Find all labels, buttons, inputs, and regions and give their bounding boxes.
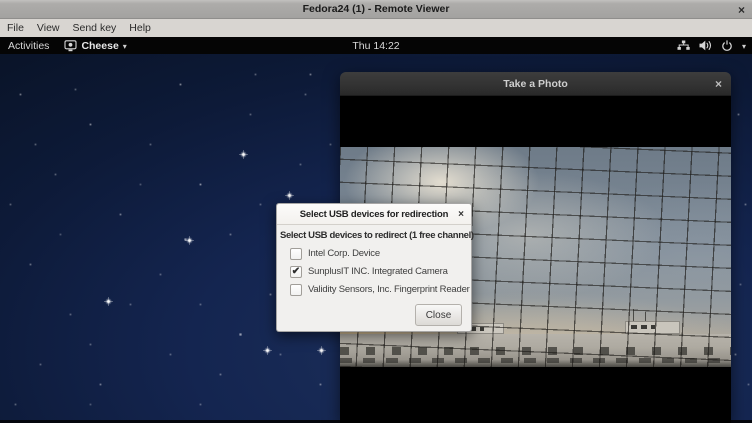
device-row-intel[interactable]: Intel Corp. Device: [290, 246, 471, 261]
window-title: Fedora24 (1) - Remote Viewer: [303, 3, 450, 15]
bright-star: [185, 236, 194, 245]
bright-star: [104, 297, 113, 306]
menu-view[interactable]: View: [37, 22, 60, 34]
close-icon[interactable]: ×: [458, 204, 464, 225]
device-label: Validity Sensors, Inc. Fingerprint Reade…: [308, 284, 470, 295]
menu-file[interactable]: File: [7, 22, 24, 34]
device-row-sunplus-camera[interactable]: ✔ SunplusIT INC. Integrated Camera: [290, 264, 471, 279]
bright-star: [263, 346, 272, 355]
take-a-photo-titlebar[interactable]: Take a Photo ×: [340, 72, 731, 96]
app-menu-label: Cheese: [81, 40, 118, 52]
usb-dialog-titlebar[interactable]: Select USB devices for redirection ×: [277, 204, 471, 225]
network-wired-icon: [677, 40, 690, 51]
photo-window-title: Take a Photo: [503, 78, 568, 90]
menubar: File View Send key Help: [0, 19, 752, 37]
activities-button[interactable]: Activities: [8, 40, 49, 52]
menu-send-key[interactable]: Send key: [73, 22, 117, 34]
checkbox-intel-device[interactable]: [290, 248, 302, 260]
menu-help[interactable]: Help: [129, 22, 151, 34]
chevron-down-icon: ▾: [123, 42, 127, 51]
app-menu-cheese[interactable]: Cheese ▾: [64, 40, 126, 52]
close-icon[interactable]: ×: [738, 0, 745, 19]
bright-star: [239, 150, 248, 159]
usb-dialog-header: Select USB devices to redirect (1 free c…: [280, 230, 468, 241]
device-label: Intel Corp. Device: [308, 248, 380, 259]
bright-star: [285, 191, 294, 200]
system-status-area[interactable]: ▾: [677, 37, 746, 54]
cheese-app-icon: [64, 40, 77, 52]
remote-viewer-titlebar[interactable]: Fedora24 (1) - Remote Viewer ×: [0, 0, 752, 19]
bright-star: [317, 346, 326, 355]
close-icon[interactable]: ×: [715, 72, 722, 96]
chevron-down-icon: ▾: [742, 42, 746, 51]
starfield: [0, 54, 1, 55]
device-row-fingerprint-reader[interactable]: Validity Sensors, Inc. Fingerprint Reade…: [290, 282, 471, 297]
power-icon: [721, 40, 733, 52]
volume-icon: [699, 40, 712, 51]
close-button[interactable]: Close: [415, 304, 462, 326]
device-label: SunplusIT INC. Integrated Camera: [308, 266, 448, 277]
gnome-top-bar: Activities Cheese ▾ Thu 14:22: [0, 37, 752, 54]
checkbox-integrated-camera[interactable]: ✔: [290, 266, 302, 278]
usb-dialog-title: Select USB devices for redirection: [300, 209, 448, 220]
checkbox-fingerprint-reader[interactable]: [290, 284, 302, 296]
usb-redirection-dialog: Select USB devices for redirection × Sel…: [276, 203, 472, 332]
